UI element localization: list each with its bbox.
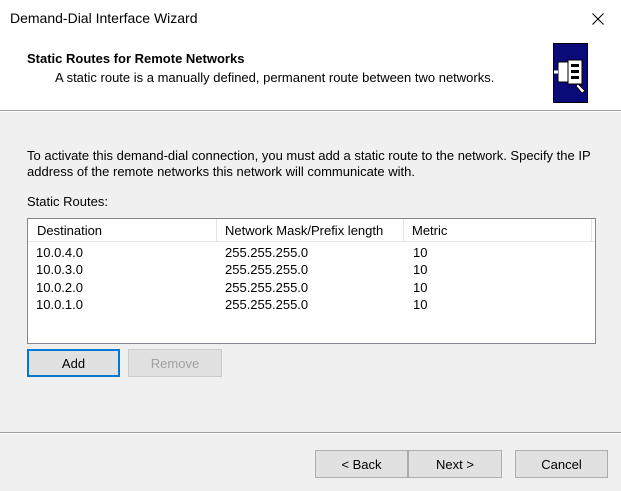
- table-row[interactable]: 10.0.2.0 255.255.255.0 10: [28, 279, 595, 296]
- destination-cell: 10.0.3.0: [36, 262, 83, 277]
- metric-cell: 10: [413, 297, 428, 312]
- destination-cell: 10.0.2.0: [36, 280, 83, 295]
- table-row[interactable]: 10.0.4.0 255.255.255.0 10: [28, 244, 595, 261]
- column-header-metric[interactable]: Metric: [403, 219, 591, 241]
- network-cable-icon: [553, 43, 588, 103]
- network-mask-cell: 255.255.255.0: [225, 280, 309, 295]
- close-button[interactable]: [575, 0, 621, 38]
- table-row[interactable]: 10.0.1.0 255.255.255.0 10: [28, 296, 595, 313]
- wizard-header: Static Routes for Remote Networks A stat…: [0, 38, 621, 111]
- column-header-network-mask[interactable]: Network Mask/Prefix length: [216, 219, 403, 241]
- destination-cell: 10.0.4.0: [36, 245, 83, 260]
- remove-button[interactable]: Remove: [128, 349, 222, 377]
- instructions-text: To activate this demand-dial connection,…: [27, 148, 591, 179]
- network-mask-cell: 255.255.255.0: [225, 297, 309, 312]
- back-button[interactable]: < Back: [315, 450, 408, 478]
- metric-cell: 10: [413, 280, 428, 295]
- add-button[interactable]: Add: [27, 349, 120, 377]
- table-row[interactable]: 10.0.3.0 255.255.255.0 10: [28, 261, 595, 278]
- metric-cell: 10: [413, 245, 428, 260]
- static-routes-list[interactable]: Destination Network Mask/Prefix length M…: [27, 218, 596, 344]
- close-icon: [592, 13, 604, 25]
- static-routes-label: Static Routes:: [27, 194, 108, 209]
- network-mask-cell: 255.255.255.0: [225, 262, 309, 277]
- metric-cell: 10: [413, 262, 428, 277]
- next-button[interactable]: Next >: [408, 450, 502, 478]
- cancel-button[interactable]: Cancel: [515, 450, 608, 478]
- column-divider[interactable]: [591, 219, 592, 241]
- destination-cell: 10.0.1.0: [36, 297, 83, 312]
- network-mask-cell: 255.255.255.0: [225, 245, 309, 260]
- header-title: Static Routes for Remote Networks: [27, 51, 245, 66]
- footer-divider-highlight: [0, 433, 621, 434]
- header-subtitle: A static route is a manually defined, pe…: [55, 70, 495, 85]
- title-bar: Demand-Dial Interface Wizard: [0, 0, 621, 38]
- list-header: Destination Network Mask/Prefix length M…: [28, 219, 595, 242]
- header-divider: [0, 111, 621, 112]
- window-title: Demand-Dial Interface Wizard: [10, 10, 198, 26]
- column-header-destination[interactable]: Destination: [28, 219, 216, 241]
